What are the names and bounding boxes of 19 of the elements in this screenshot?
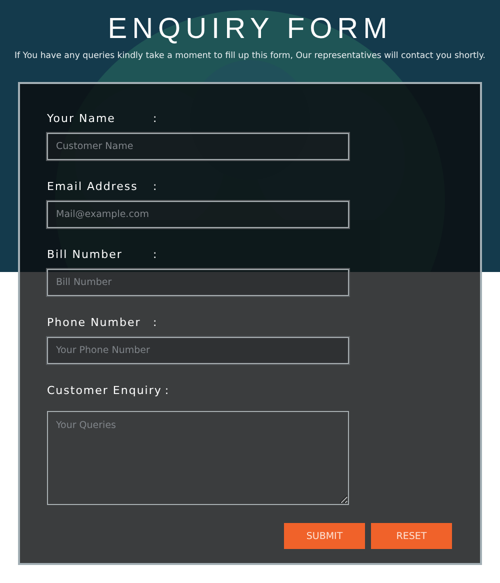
input-field[interactable]: Customer Name xyxy=(47,133,349,160)
colon-text: : xyxy=(153,316,157,328)
input-field[interactable]: Bill Number xyxy=(47,269,349,296)
reset-button[interactable]: RESET xyxy=(371,523,452,549)
input-field[interactable]: Your Phone Number xyxy=(47,337,349,364)
field-label: Phone Number xyxy=(47,316,142,328)
field-label: Bill Number xyxy=(47,248,124,260)
enquiry-field[interactable]: Your Queries xyxy=(47,411,349,505)
field-label: Your Name xyxy=(47,112,116,124)
page-title: ENQUIRY FORM xyxy=(108,12,392,46)
intro-text: If You have any queries kindly take a moment to fill up this form, Our representatives will contact you shortly. xyxy=(14,50,486,62)
submit-button[interactable]: SUBMIT xyxy=(284,523,365,549)
colon-text: : xyxy=(164,384,169,396)
field-label: Customer Enquiry xyxy=(47,384,162,396)
colon-text: : xyxy=(153,180,157,192)
colon-text: : xyxy=(153,248,157,260)
input-field[interactable]: Mail@example.com xyxy=(47,201,349,228)
field-label: Email Address xyxy=(47,180,139,192)
colon-text: : xyxy=(153,112,157,124)
